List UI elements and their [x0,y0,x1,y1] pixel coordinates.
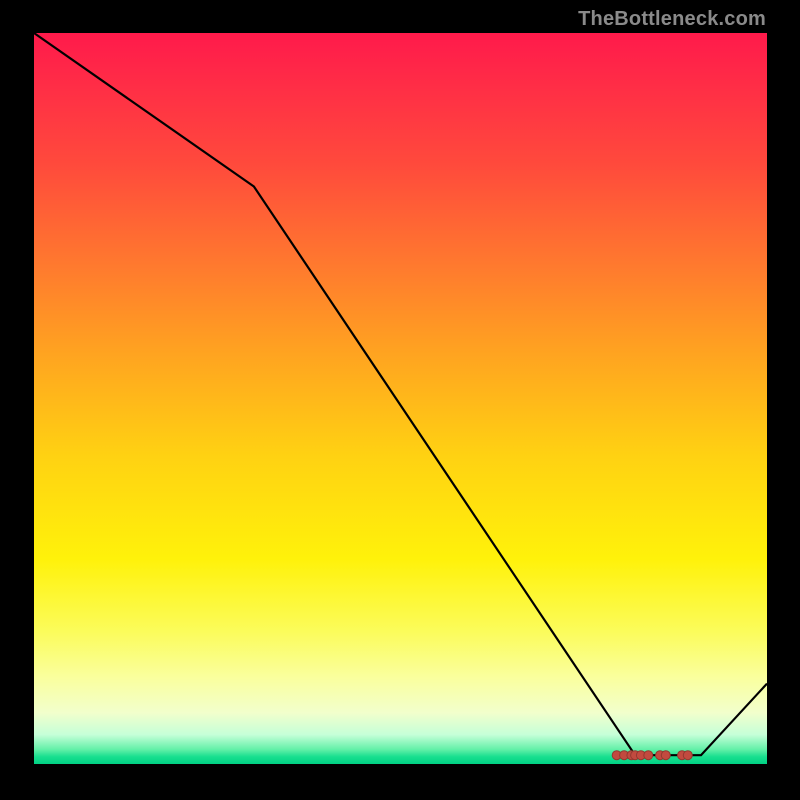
bottleneck-curve [34,33,767,755]
optimal-range-dots [612,751,692,760]
chart-frame: TheBottleneck.com [0,0,800,800]
chart-svg [34,33,767,764]
watermark-text: TheBottleneck.com [578,8,766,31]
